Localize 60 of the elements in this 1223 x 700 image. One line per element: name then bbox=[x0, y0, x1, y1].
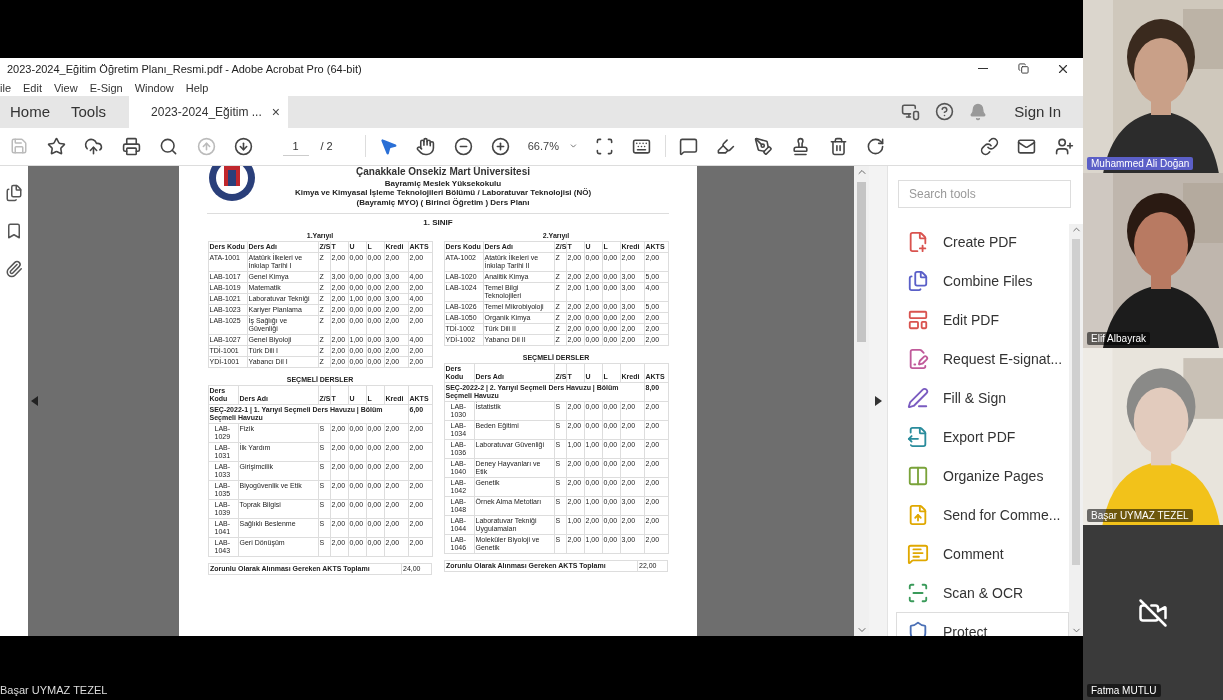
comment-icon bbox=[907, 542, 929, 565]
camera-off-icon bbox=[1138, 597, 1168, 628]
file-signature-icon bbox=[907, 347, 929, 370]
tab-close-button[interactable]: × bbox=[271, 103, 280, 120]
left-triangle-icon[interactable] bbox=[31, 396, 39, 406]
menu-item[interactable]: Window bbox=[134, 81, 174, 94]
help-icon[interactable] bbox=[935, 102, 955, 122]
page-total: / 2 bbox=[320, 140, 333, 153]
tool-item[interactable]: Request E-signat... bbox=[896, 338, 1069, 378]
tool-item[interactable]: Organize Pages bbox=[896, 455, 1069, 495]
scrollbar[interactable] bbox=[854, 165, 869, 637]
participant-name: Elif Albayrak bbox=[1087, 332, 1151, 345]
right-triangle-icon[interactable] bbox=[874, 396, 882, 406]
tab[interactable]: Home bbox=[8, 95, 61, 128]
search-tools-field[interactable]: Search tools bbox=[898, 179, 1071, 208]
zoom-dropdown[interactable]: 66.7% bbox=[519, 140, 586, 153]
minimize-icon bbox=[978, 68, 988, 70]
university-name: Çanakkale Onsekiz Mart Üniversitesi bbox=[356, 165, 530, 177]
tool-item[interactable]: Comment bbox=[896, 533, 1069, 573]
scrollbar-thumb[interactable] bbox=[857, 181, 866, 342]
tool-item[interactable]: Send for Comme... bbox=[896, 494, 1069, 534]
participant-name: Muhammed Ali Doğan bbox=[1087, 157, 1194, 170]
tool-item[interactable]: Export PDF bbox=[896, 416, 1069, 456]
tool-item[interactable]: Fill & Sign bbox=[896, 377, 1069, 417]
tool-item[interactable]: Combine Files bbox=[896, 260, 1069, 300]
tab[interactable]: Tools bbox=[69, 95, 118, 128]
menu-item[interactable]: E-Sign bbox=[89, 81, 123, 94]
menu-item[interactable]: ile bbox=[0, 81, 11, 94]
file-export-icon bbox=[907, 425, 929, 448]
file-plus-icon bbox=[907, 230, 929, 253]
restore-icon bbox=[1017, 63, 1029, 75]
share-screen-icon[interactable] bbox=[901, 102, 921, 122]
presenter-name: Başar UYMAZ TEZEL bbox=[0, 684, 108, 696]
menu-item[interactable]: View bbox=[54, 81, 78, 94]
window-title: 2023-2024_Eğitim Öğretim Planı_Resmi.pdf - Adobe Acrobat Pro (64-bit) bbox=[7, 62, 363, 75]
columns-icon bbox=[907, 464, 929, 487]
sign-in-button[interactable]: Sign In bbox=[1014, 103, 1061, 121]
tool-item[interactable]: Create PDF bbox=[896, 221, 1069, 261]
shield-icon bbox=[907, 620, 929, 637]
scrollbar[interactable] bbox=[1069, 223, 1083, 637]
menu-item[interactable]: Edit bbox=[23, 81, 42, 94]
file-upload-icon bbox=[907, 503, 929, 526]
participant-name: Fatma MUTLU bbox=[1087, 684, 1161, 697]
page-number-field[interactable]: 1 bbox=[282, 136, 309, 156]
scan-icon bbox=[907, 581, 929, 604]
layout-icon bbox=[907, 308, 929, 331]
tab[interactable]: 2023-2024_Eğitim ... × bbox=[129, 95, 288, 128]
tool-item[interactable]: Edit PDF bbox=[896, 299, 1069, 339]
participant-name: Başar UYMAZ TEZEL bbox=[1087, 509, 1193, 522]
scrollbar-thumb[interactable] bbox=[1072, 238, 1080, 566]
files-icon bbox=[907, 269, 929, 292]
class-title: 1. SINIF bbox=[422, 217, 454, 227]
pen-icon bbox=[907, 386, 929, 409]
paperclip-icon[interactable] bbox=[5, 259, 23, 278]
menu-item[interactable]: Help bbox=[185, 81, 209, 94]
school-name: Bayramiç Meslek Yüksekokulu bbox=[384, 178, 502, 188]
department-name: Kimya ve Kimyasal İşleme Teknolojileri Bölümü / Laboratuvar Teknolojisi (NÖ) (Bayramiç MYO) ( Birinci Öğretim ) Ders Planı bbox=[293, 187, 593, 208]
pages-icon[interactable] bbox=[5, 183, 23, 202]
bookmark-icon[interactable] bbox=[5, 221, 23, 240]
tool-item[interactable]: Scan & OCR bbox=[896, 572, 1069, 612]
